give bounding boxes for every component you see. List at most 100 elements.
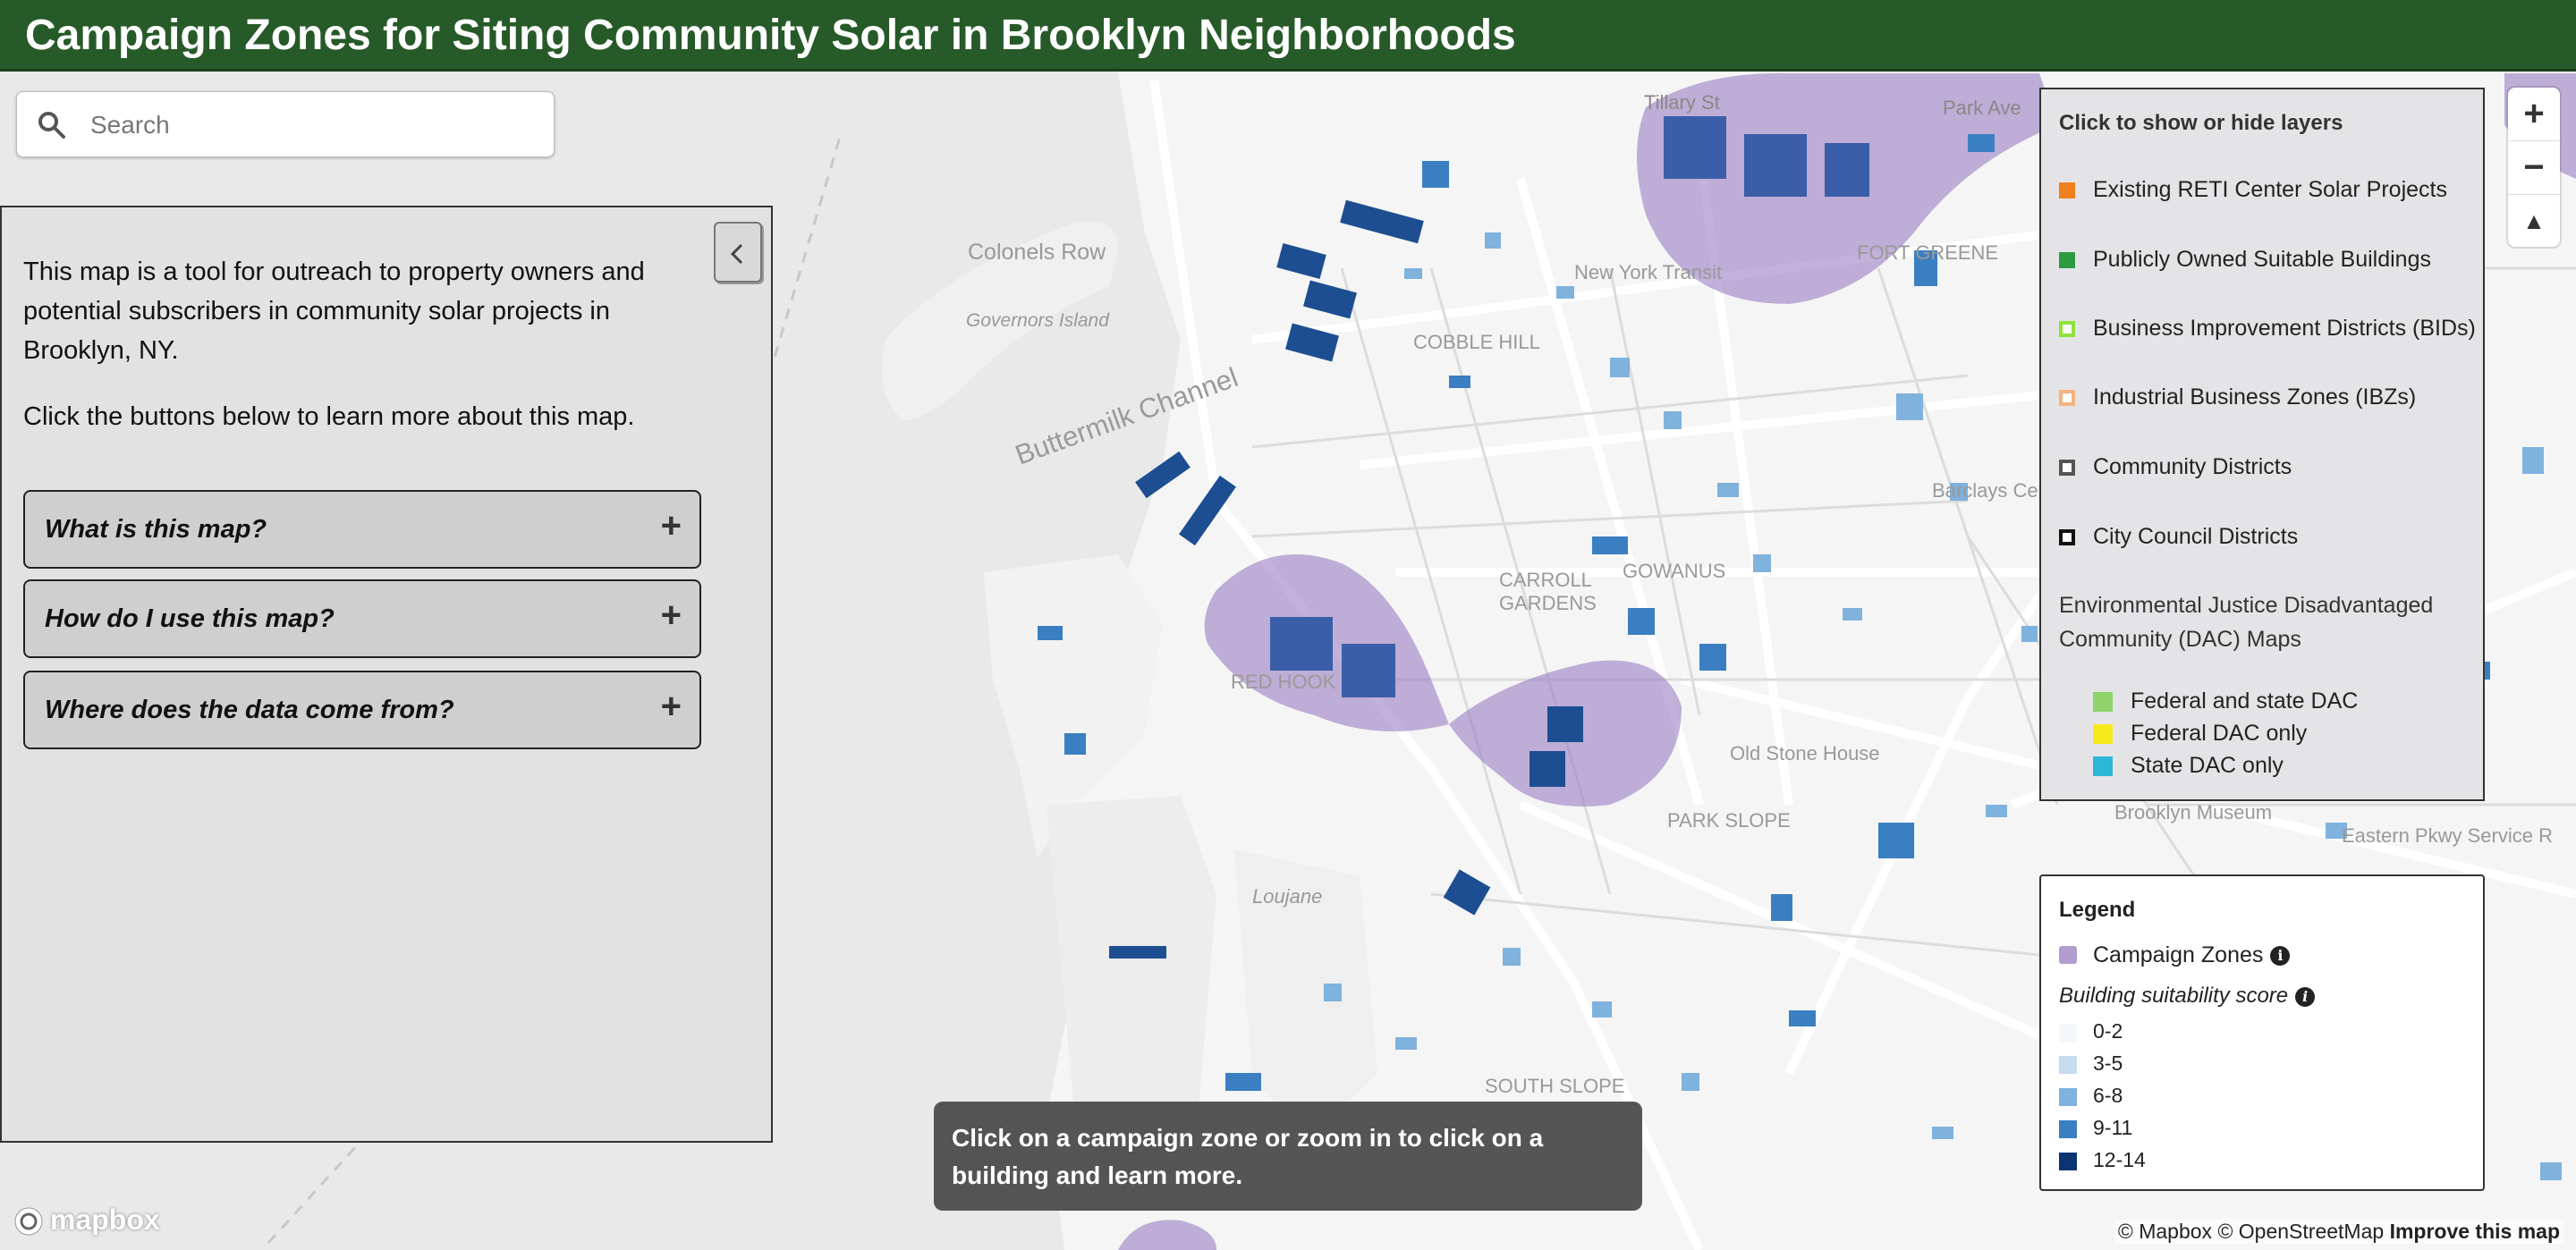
zoom-out-button[interactable]: −: [2508, 141, 2560, 193]
accordion-data-source[interactable]: Where does the data come from? +: [23, 671, 701, 749]
dac-federal-only: Federal DAC only: [2093, 717, 2451, 749]
dac-federal-state: Federal and state DAC: [2093, 685, 2451, 717]
legend-title: Legend: [2059, 898, 2136, 922]
dac-state-only: State DAC only: [2093, 749, 2451, 781]
suitability-title: Building suitability score: [2059, 984, 2289, 1008]
svg-text:Park Ave: Park Ave: [1943, 97, 2021, 119]
compass-button[interactable]: ▲: [2508, 195, 2560, 247]
plus-icon: +: [660, 595, 682, 635]
layer-toggle-council-districts[interactable]: City Council Districts: [2059, 520, 2479, 556]
layer-toggle-reti-solar[interactable]: Existing RETI Center Solar Projects: [2059, 173, 2479, 209]
improve-map-link[interactable]: Improve this map: [2390, 1220, 2560, 1243]
layer-toggle-bids[interactable]: Business Improvement Districts (BIDs): [2059, 312, 2479, 348]
app-header: Campaign Zones for Siting Community Sola…: [0, 0, 2576, 72]
info-sidebar: This map is a tool for outreach to prope…: [0, 206, 773, 1143]
page-title: Campaign Zones for Siting Community Sola…: [25, 12, 1516, 59]
attribution-osm[interactable]: © OpenStreetMap: [2217, 1220, 2384, 1243]
layer-label: Business Improvement Districts (BIDs): [2093, 316, 2476, 341]
layer-swatch: [2059, 252, 2075, 268]
svg-text:SOUTH SLOPE: SOUTH SLOPE: [1485, 1075, 1624, 1097]
score-label: 9-11: [2093, 1116, 2133, 1139]
mapbox-logo-text: mapbox: [50, 1204, 160, 1236]
attribution: © Mapbox © OpenStreetMap Improve this ma…: [2114, 1220, 2563, 1244]
plus-icon: +: [660, 687, 682, 726]
accordion-label: Where does the data come from?: [45, 696, 454, 724]
svg-text:Brooklyn Museum: Brooklyn Museum: [2114, 801, 2272, 823]
dac-label: Federal and state DAC: [2131, 688, 2359, 714]
layer-swatch: [2059, 182, 2075, 198]
zoom-in-button[interactable]: +: [2508, 88, 2560, 139]
svg-text:RED HOOK: RED HOOK: [1231, 671, 1336, 693]
layers-panel-title: Click to show or hide layers: [2059, 111, 2343, 135]
info-icon[interactable]: i: [2295, 986, 2316, 1007]
svg-text:Loujane: Loujane: [1252, 885, 1322, 908]
svg-text:Governors Island: Governors Island: [966, 310, 1110, 331]
score-label: 6-8: [2093, 1084, 2123, 1107]
intro-text: This map is a tool for outreach to prope…: [23, 258, 645, 365]
map-hint-tooltip: Click on a campaign zone or zoom in to c…: [934, 1102, 1642, 1211]
layer-toggle-public-buildings[interactable]: Publicly Owned Suitable Buildings: [2059, 243, 2479, 279]
map-legend: Legend Campaign Zones i Building suitabil…: [2039, 874, 2485, 1191]
score-label: 0-2: [2093, 1019, 2123, 1043]
campaign-zone-swatch: [2059, 946, 2077, 964]
ej-dac-title[interactable]: Environmental Justice Disadvantaged Comm…: [2059, 588, 2453, 656]
accordion-label: How do I use this map?: [45, 604, 335, 633]
layer-label: City Council Districts: [2093, 524, 2299, 549]
dac-swatch: [2093, 724, 2113, 744]
svg-text:PARK SLOPE: PARK SLOPE: [1667, 809, 1791, 832]
score-row: 6-8: [2059, 1082, 2327, 1112]
mapbox-logo[interactable]: mapbox: [13, 1202, 174, 1237]
svg-text:New York Transit: New York Transit: [1574, 261, 1722, 283]
map-label: Tillary St: [1644, 91, 1720, 114]
layer-swatch: [2059, 390, 2075, 406]
layer-label: Publicly Owned Suitable Buildings: [2093, 247, 2431, 272]
layer-swatch: [2059, 460, 2075, 476]
plus-icon: +: [660, 506, 682, 545]
score-row: 9-11: [2059, 1114, 2327, 1144]
map-controls: + − ▲: [2508, 88, 2560, 247]
accordion-what-is-this-map[interactable]: What is this map? +: [23, 490, 701, 569]
intro-instructions: Click the buttons below to learn more ab…: [23, 402, 635, 431]
layers-panel: Click to show or hide layers Existing RE…: [2039, 88, 2485, 801]
svg-text:COBBLE HILL: COBBLE HILL: [1413, 331, 1540, 353]
svg-text:Colonels Row: Colonels Row: [968, 240, 1106, 265]
layer-toggle-ibzs[interactable]: Industrial Business Zones (IBZs): [2059, 381, 2479, 417]
search-input[interactable]: [89, 103, 539, 148]
info-icon[interactable]: i: [2270, 946, 2291, 967]
accordion-label: What is this map?: [45, 515, 267, 544]
score-label: 3-5: [2093, 1052, 2123, 1075]
score-row: 3-5: [2059, 1050, 2327, 1080]
layer-toggle-community-districts[interactable]: Community Districts: [2059, 451, 2479, 486]
dac-swatch: [2093, 756, 2113, 776]
svg-text:GARDENS: GARDENS: [1499, 592, 1597, 614]
search-icon: [38, 112, 65, 139]
score-row: 12-14: [2059, 1146, 2327, 1177]
score-swatch: [2059, 1024, 2077, 1042]
accordion-how-to-use[interactable]: How do I use this map? +: [23, 579, 701, 658]
layer-swatch: [2059, 529, 2075, 545]
dac-label: State DAC only: [2131, 753, 2284, 778]
layer-label: Industrial Business Zones (IBZs): [2093, 384, 2417, 410]
score-swatch: [2059, 1056, 2077, 1074]
dac-swatch: [2093, 692, 2113, 712]
layer-label: Community Districts: [2093, 454, 2292, 479]
legend-campaign-zones: Campaign Zones i: [2059, 941, 2417, 973]
svg-text:GOWANUS: GOWANUS: [1623, 560, 1725, 582]
campaign-zones-label: Campaign Zones: [2093, 942, 2264, 967]
score-label: 12-14: [2093, 1148, 2146, 1171]
svg-text:FORT GREENE: FORT GREENE: [1857, 241, 1998, 264]
score-swatch: [2059, 1153, 2077, 1170]
score-swatch: [2059, 1088, 2077, 1106]
collapse-sidebar-button[interactable]: [714, 222, 762, 283]
layer-label: Existing RETI Center Solar Projects: [2093, 177, 2447, 202]
mapbox-logo-icon: [14, 1207, 43, 1236]
attribution-mapbox[interactable]: © Mapbox: [2118, 1220, 2212, 1243]
svg-text:Eastern Pkwy Service R: Eastern Pkwy Service R: [2342, 824, 2553, 847]
dac-label: Federal DAC only: [2131, 721, 2308, 746]
score-swatch: [2059, 1120, 2077, 1138]
score-row: 0-2: [2059, 1018, 2327, 1048]
svg-text:CARROLL: CARROLL: [1499, 569, 1592, 591]
search-box[interactable]: [16, 91, 555, 157]
hint-text: Click on a campaign zone or zoom in to c…: [952, 1124, 1544, 1189]
svg-text:Old Stone House: Old Stone House: [1730, 742, 1880, 764]
